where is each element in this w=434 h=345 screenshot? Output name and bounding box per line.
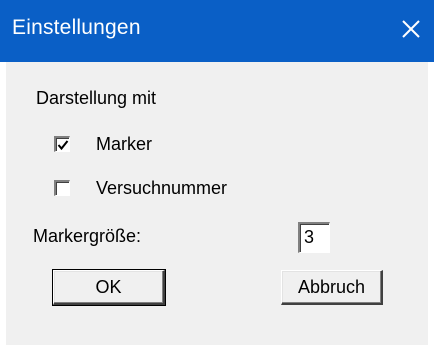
test-number-checkbox-label[interactable]: Versuchnummer — [96, 178, 227, 199]
settings-dialog: Einstellungen Darstellung mit Marker Ver… — [0, 0, 434, 345]
window-right-border — [428, 62, 434, 345]
cancel-button-label: Abbruch — [297, 277, 366, 297]
display-group-label: Darstellung mit — [36, 88, 157, 108]
marker-size-input[interactable]: 3 — [298, 222, 330, 253]
checkmark-icon — [57, 140, 69, 151]
ok-button[interactable]: OK — [52, 269, 166, 306]
test-number-checkbox[interactable] — [54, 180, 70, 196]
ok-button-label: OK — [95, 277, 122, 297]
marker-checkbox-label[interactable]: Marker — [96, 134, 152, 155]
cancel-button[interactable]: Abbruch — [281, 270, 383, 305]
window-title: Einstellungen — [12, 16, 141, 39]
window-left-border — [0, 62, 6, 345]
marker-size-label: Markergröße: — [33, 226, 142, 246]
close-button[interactable] — [394, 12, 428, 46]
title-bar[interactable]: Einstellungen — [0, 0, 434, 62]
close-icon — [402, 20, 420, 38]
marker-checkbox[interactable] — [54, 136, 70, 152]
